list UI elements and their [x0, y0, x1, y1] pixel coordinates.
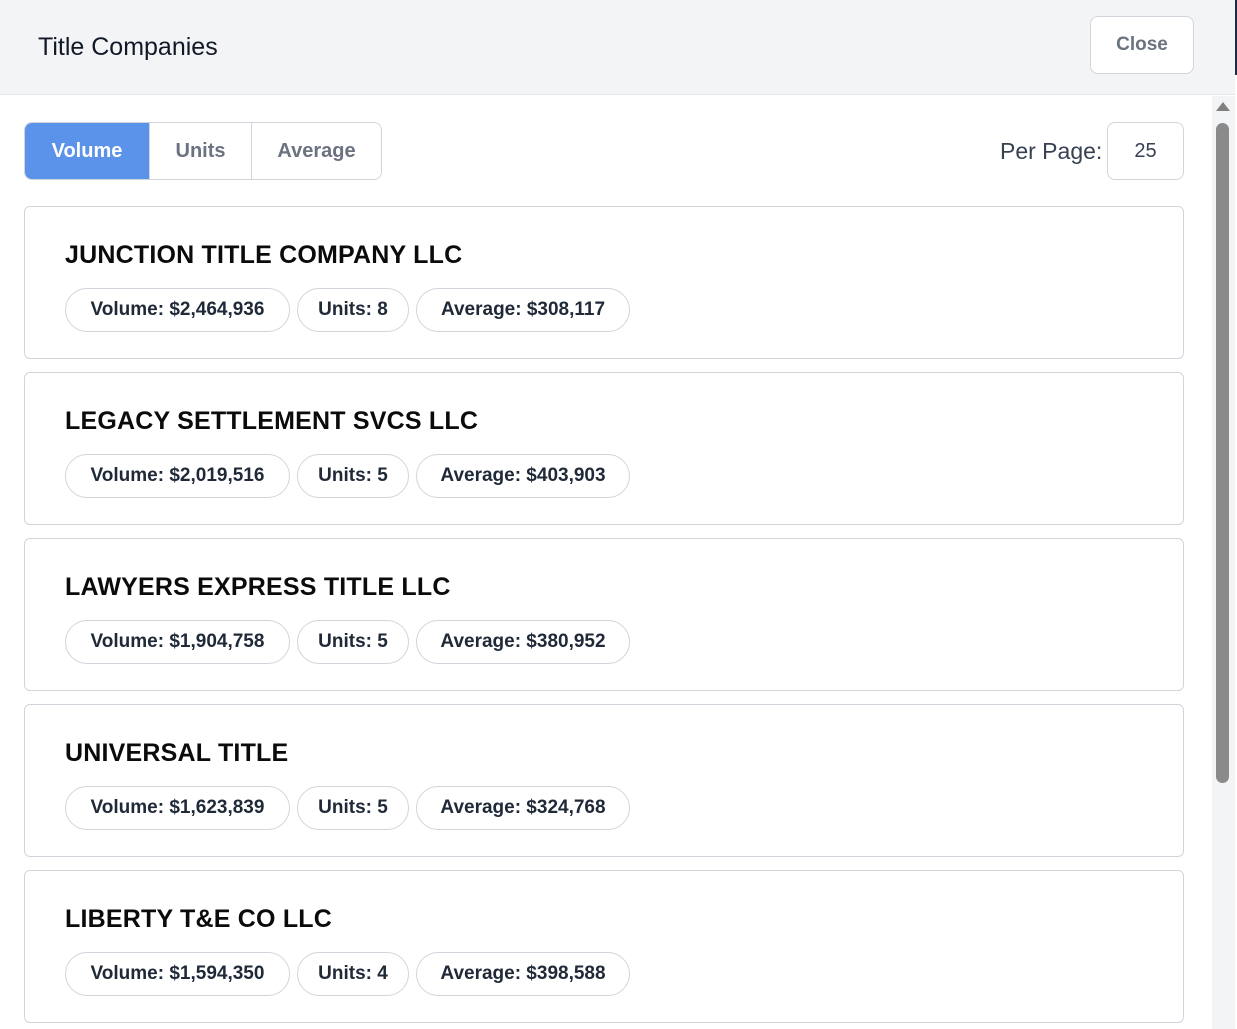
units-badge: Units: 5 [297, 620, 409, 664]
average-badge: Average: $324,768 [416, 786, 630, 830]
tab-volume[interactable]: Volume [25, 123, 150, 179]
per-page-label: Per Page: [1000, 138, 1103, 164]
company-card[interactable]: LEGACY SETTLEMENT SVCS LLC Volume: $2,01… [24, 372, 1184, 525]
company-card[interactable]: LAWYERS EXPRESS TITLE LLC Volume: $1,904… [24, 538, 1184, 691]
units-badge: Units: 5 [297, 786, 409, 830]
average-badge: Average: $380,952 [416, 620, 630, 664]
company-card[interactable]: LIBERTY T&E CO LLC Volume: $1,594,350 Un… [24, 870, 1184, 1023]
average-badge: Average: $403,903 [416, 454, 630, 498]
modal-header: Title Companies Close [0, 0, 1235, 95]
vertical-scrollbar[interactable] [1212, 96, 1235, 1029]
close-button[interactable]: Close [1090, 16, 1194, 74]
modal-body: Volume Units Average Per Page: JUNCTION … [0, 96, 1212, 1029]
volume-badge: Volume: $2,464,936 [65, 288, 290, 332]
tab-average[interactable]: Average [252, 123, 381, 179]
per-page-input[interactable] [1107, 122, 1184, 180]
company-name: UNIVERSAL TITLE [65, 739, 289, 767]
scrollbar-thumb[interactable] [1216, 123, 1229, 783]
units-badge: Units: 4 [297, 952, 409, 996]
average-badge: Average: $308,117 [416, 288, 630, 332]
units-badge: Units: 5 [297, 454, 409, 498]
modal-title: Title Companies [38, 33, 218, 61]
scroll-up-arrow-icon[interactable] [1216, 102, 1230, 111]
units-badge: Units: 8 [297, 288, 409, 332]
company-name: JUNCTION TITLE COMPANY LLC [65, 241, 463, 269]
tab-units[interactable]: Units [150, 123, 252, 179]
company-name: LAWYERS EXPRESS TITLE LLC [65, 573, 451, 601]
company-name: LEGACY SETTLEMENT SVCS LLC [65, 407, 479, 435]
volume-badge: Volume: $1,623,839 [65, 786, 290, 830]
volume-badge: Volume: $2,019,516 [65, 454, 290, 498]
sort-tabs: Volume Units Average [24, 122, 382, 180]
company-card[interactable]: JUNCTION TITLE COMPANY LLC Volume: $2,46… [24, 206, 1184, 359]
volume-badge: Volume: $1,594,350 [65, 952, 290, 996]
volume-badge: Volume: $1,904,758 [65, 620, 290, 664]
company-name: LIBERTY T&E CO LLC [65, 905, 333, 933]
average-badge: Average: $398,588 [416, 952, 630, 996]
company-card[interactable]: UNIVERSAL TITLE Volume: $1,623,839 Units… [24, 704, 1184, 857]
